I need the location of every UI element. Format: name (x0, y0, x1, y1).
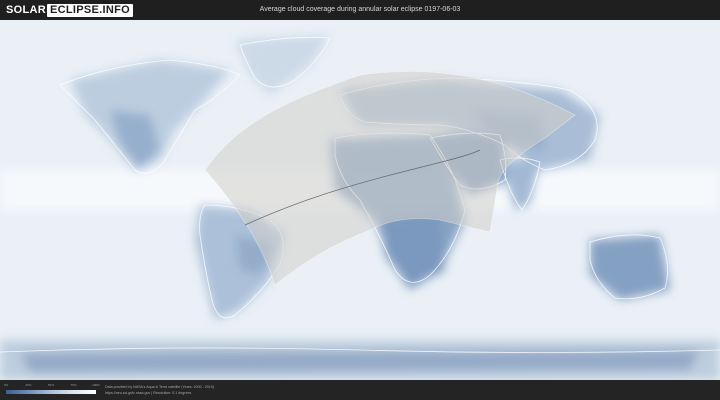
scale-labels: 0% 25% 50% 75% 100% (3, 383, 100, 389)
credits-line-2: https://neo.sci.gsfc.nasa.gov | Resoluti… (105, 391, 192, 395)
scale-tick-50: 50% (47, 383, 55, 387)
header-bar: SOLAR ECLIPSE.INFO Average cloud coverag… (0, 0, 720, 20)
cloud-coverage-map (0, 20, 720, 380)
world-map-svg (0, 20, 720, 380)
scale-tick-75: 75% (70, 383, 77, 387)
data-credits: Data provided by NASA's Aqua & Terra sat… (105, 384, 214, 396)
page-title: Average cloud coverage during annular so… (259, 6, 461, 13)
cloud-coverage-scale (6, 390, 96, 394)
scale-tick-100: 100% (92, 383, 100, 387)
footer-bar: 0% 25% 50% 75% 100% Data provided by NAS… (0, 380, 720, 400)
scale-tick-25: 25% (25, 383, 32, 387)
scale-tick-0: 0% (3, 383, 9, 387)
